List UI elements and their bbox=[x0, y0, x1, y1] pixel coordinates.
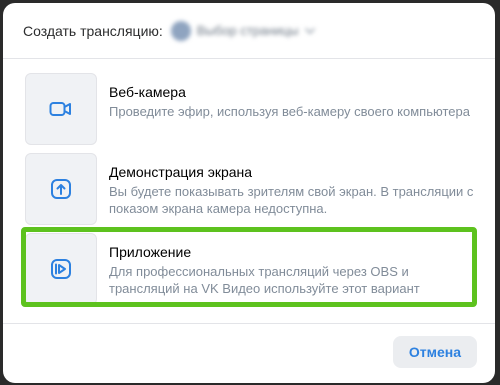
dialog-footer: Отмена bbox=[3, 323, 495, 383]
option-application[interactable]: Приложение Для профессиональных трансляц… bbox=[3, 227, 495, 307]
dialog-header: Создать трансляцию: Выбор страницы bbox=[3, 3, 495, 59]
option-description: Проведите эфир, используя веб-камеру сво… bbox=[109, 104, 470, 119]
page-picker[interactable]: Выбор страницы bbox=[170, 20, 317, 41]
create-broadcast-dialog: Создать трансляцию: Выбор страницы Веб-к… bbox=[3, 3, 495, 383]
option-text: Приложение Для профессиональных трансляц… bbox=[109, 243, 475, 297]
page-avatar bbox=[170, 20, 191, 41]
option-title: Приложение bbox=[109, 244, 192, 260]
option-description: Для профессиональных трансляций через OB… bbox=[109, 264, 420, 296]
option-title: Веб-камера bbox=[109, 84, 186, 100]
screen-share-icon bbox=[51, 179, 71, 199]
option-text: Демонстрация экрана Вы будете показывать… bbox=[109, 163, 475, 217]
option-tile bbox=[25, 153, 97, 225]
cancel-button[interactable]: Отмена bbox=[392, 336, 477, 368]
option-tile bbox=[25, 73, 97, 145]
option-title: Демонстрация экрана bbox=[109, 164, 253, 180]
page-name: Выбор страницы bbox=[196, 23, 299, 38]
option-screen-share[interactable]: Демонстрация экрана Вы будете показывать… bbox=[3, 153, 495, 225]
option-tile bbox=[25, 233, 97, 305]
header-label: Создать трансляцию: bbox=[23, 22, 163, 39]
app-play-icon bbox=[51, 259, 71, 279]
chevron-down-icon bbox=[305, 27, 316, 34]
source-options-list: Веб-камера Проведите эфир, используя веб… bbox=[3, 73, 495, 313]
option-description: Вы будете показывать зрителям свой экран… bbox=[109, 184, 474, 216]
option-text: Веб-камера Проведите эфир, используя веб… bbox=[109, 83, 475, 120]
option-webcam[interactable]: Веб-камера Проведите эфир, используя веб… bbox=[3, 73, 495, 145]
camera-icon bbox=[49, 102, 71, 116]
